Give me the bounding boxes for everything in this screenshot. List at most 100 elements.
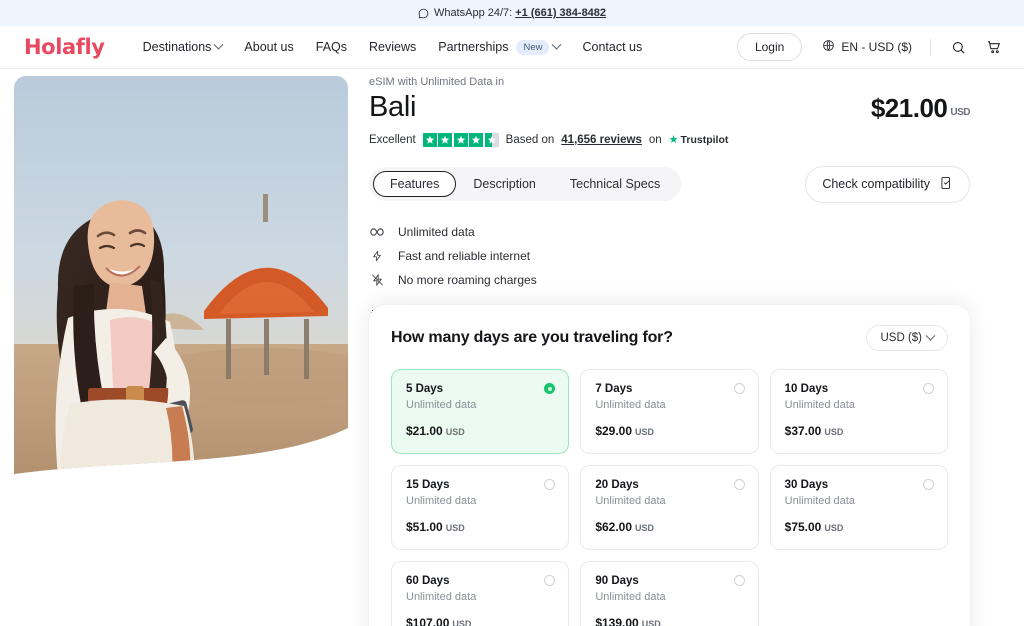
plan-card[interactable]: 10 Days Unlimited data $37.00 USD: [769, 369, 948, 454]
tab-features[interactable]: Features: [373, 171, 457, 198]
nav-item-destinations[interactable]: Destinations: [142, 39, 224, 54]
plan-price-amount: $37.00: [784, 424, 822, 438]
feature-label: Unlimited data: [398, 224, 475, 239]
plan-card[interactable]: 60 Days Unlimited data $107.00 USD: [391, 561, 570, 626]
top-announcement-bar: WhatsApp 24/7: +1 (661) 384-8482: [0, 0, 1024, 26]
hero-image: [14, 76, 348, 476]
plan-card[interactable]: 7 Days Unlimited data $29.00 USD: [580, 369, 759, 454]
plan-price: $62.00 USD: [595, 520, 743, 534]
nav-item-faqs[interactable]: FAQs: [316, 40, 347, 54]
nav-divider: [930, 38, 931, 56]
login-button[interactable]: Login: [736, 33, 803, 61]
search-icon[interactable]: [951, 40, 966, 55]
plan-card[interactable]: 15 Days Unlimited data $51.00 USD: [391, 465, 570, 550]
nav-label-destinations: Destinations: [142, 40, 212, 54]
nav-label-about-us: About us: [244, 40, 294, 54]
nav-item-contact-us[interactable]: Contact us: [582, 40, 642, 54]
chevron-down-icon: [552, 39, 562, 50]
plan-price: $139.00 USD: [595, 616, 743, 626]
plan-price-currency: USD: [824, 427, 844, 437]
plan-days: 10 Days: [784, 383, 829, 395]
plan-price: $37.00 USD: [785, 424, 933, 438]
plan-card[interactable]: 20 Days Unlimited data $62.00 USD: [580, 465, 759, 550]
plan-card[interactable]: 90 Days Unlimited data $139.00 USD: [580, 561, 759, 626]
plan-days: 20 Days: [595, 479, 639, 491]
plan-data: Unlimited data: [595, 591, 666, 603]
feature-item: Fast and reliable internet: [369, 249, 970, 263]
star-icon: [422, 132, 437, 147]
feature-label: Fast and reliable internet: [398, 248, 531, 263]
plan-price-amount: $62.00: [595, 520, 633, 534]
chevron-down-icon: [213, 39, 224, 50]
nav-label-faqs: FAQs: [315, 40, 348, 54]
bolt-slash-icon: [369, 273, 385, 287]
whatsapp-label: WhatsApp 24/7:: [433, 7, 513, 19]
nav-item-partnerships[interactable]: Partnerships New: [438, 39, 562, 55]
plan-radio[interactable]: [733, 479, 745, 490]
plan-price-amount: $107.00: [406, 616, 450, 626]
reviews-link[interactable]: 41,656 reviews: [561, 134, 642, 146]
rating-based-on: Based on: [505, 133, 555, 146]
plan-radio[interactable]: [733, 383, 745, 394]
trustpilot-brand: ★ Trustpilot: [668, 133, 729, 147]
check-compatibility-button[interactable]: Check compatibility: [805, 165, 970, 203]
plan-price-amount: $51.00: [406, 520, 443, 534]
tab-description[interactable]: Description: [456, 171, 553, 197]
plan-price-amount: $139.00: [595, 616, 639, 626]
plan-price-amount: $29.00: [595, 424, 633, 438]
rating-on: on: [648, 133, 662, 146]
plan-data: Unlimited data: [406, 591, 477, 603]
nav-right-actions: Login EN - USD ($): [736, 33, 1002, 61]
currency-dropdown[interactable]: USD ($): [866, 325, 948, 351]
plan-price-currency: USD: [445, 427, 465, 437]
main-navbar: Holafly Destinations About us FAQs Revie…: [0, 26, 1024, 69]
product-page: WhatsApp 24/7: +1 (661) 384-8482 Holafly…: [0, 0, 1024, 626]
plan-card[interactable]: 30 Days Unlimited data $75.00 USD: [769, 465, 948, 550]
feature-label: No more roaming charges: [398, 272, 537, 287]
plan-radio[interactable]: [733, 575, 745, 586]
trustpilot-name: Trustpilot: [680, 133, 729, 146]
plan-price-amount: $21.00: [406, 424, 443, 438]
nav-item-reviews[interactable]: Reviews: [369, 40, 416, 54]
plan-price-amount: $75.00: [784, 520, 822, 534]
plan-data: Unlimited data: [406, 399, 477, 411]
plan-radio[interactable]: [922, 383, 934, 394]
holafly-logo[interactable]: Holafly: [24, 35, 105, 59]
plan-price: $75.00 USD: [785, 520, 933, 534]
globe-icon: [822, 39, 835, 55]
bolt-icon: [369, 249, 385, 263]
nav-item-about-us[interactable]: About us: [244, 40, 293, 54]
plan-price: $51.00 USD: [406, 520, 554, 534]
infinity-icon: [369, 226, 385, 238]
language-currency-selector[interactable]: EN - USD ($): [822, 39, 912, 55]
plan-price-currency: USD: [824, 523, 844, 533]
plan-days: 5 Days: [406, 383, 444, 395]
product-price-currency: USD: [950, 106, 970, 118]
plan-panel-header: How many days are you traveling for? USD…: [391, 325, 948, 351]
star-half-icon: [484, 132, 499, 147]
trustpilot-rating: Excellent Based on 41,656 reviews on ★ T…: [369, 132, 970, 147]
cart-icon[interactable]: [986, 39, 1002, 55]
rating-word: Excellent: [369, 133, 416, 146]
plan-data: Unlimited data: [406, 495, 477, 507]
feature-list: Unlimited data Fast and reliable interne…: [369, 225, 970, 287]
product-price: $21.00 USD: [870, 92, 971, 124]
new-badge: New: [516, 39, 550, 55]
plan-radio[interactable]: [922, 479, 934, 490]
currency-dropdown-label: USD ($): [880, 332, 922, 344]
star-icon: [453, 132, 468, 147]
plan-price-currency: USD: [641, 619, 661, 626]
product-price-amount: $21.00: [870, 92, 948, 123]
whatsapp-phone-link[interactable]: +1 (661) 384-8482: [515, 7, 606, 19]
title-price-row: Bali $21.00 USD: [369, 91, 971, 124]
page-title: Bali: [369, 91, 417, 123]
tab-technical-specs[interactable]: Technical Specs: [553, 171, 677, 197]
plan-card[interactable]: 5 Days Unlimited data $21.00 USD: [391, 369, 570, 454]
plan-grid: 5 Days Unlimited data $21.00 USD 7 Days U…: [391, 369, 948, 626]
trustpilot-star-icon: ★: [668, 134, 679, 147]
plan-selector-panel: How many days are you traveling for? USD…: [369, 305, 970, 626]
check-compatibility-label: Check compatibility: [822, 177, 930, 192]
hero-illustration: [14, 76, 348, 474]
plan-days: 60 Days: [406, 575, 450, 587]
plan-data: Unlimited data: [784, 495, 855, 507]
